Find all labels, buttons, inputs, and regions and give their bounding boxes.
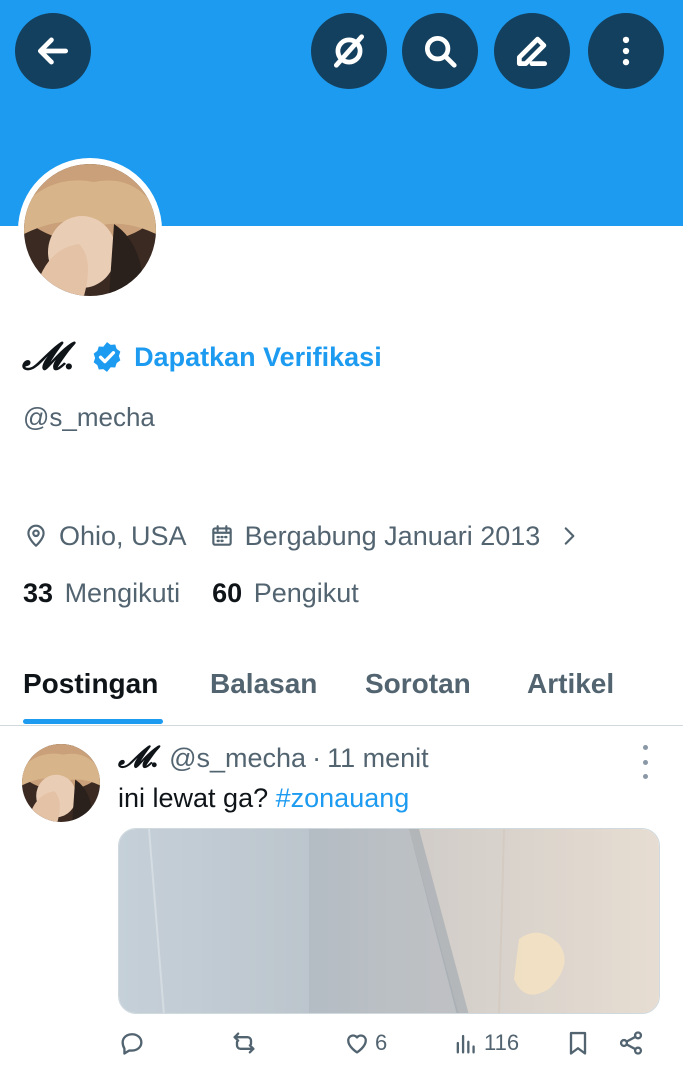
chevron-right-icon[interactable]	[556, 523, 582, 549]
following-count: 33	[23, 578, 54, 608]
bookmark-button[interactable]	[564, 1029, 592, 1057]
repost-icon	[233, 1032, 255, 1054]
post-hashtag[interactable]: #zonauang	[276, 783, 410, 813]
following-link[interactable]: 33 Mengikuti	[23, 578, 180, 609]
views-count: 116	[484, 1030, 520, 1055]
post-author-handle[interactable]: @s_mecha	[169, 743, 306, 774]
location-text: Ohio, USA	[59, 520, 187, 551]
more-vertical-icon	[622, 36, 630, 66]
post-author-name[interactable]: 𝓜.	[118, 741, 159, 775]
following-label: Mengikuti	[64, 578, 181, 608]
verified-badge-icon	[93, 342, 121, 372]
reply-icon	[121, 1033, 143, 1055]
share-icon	[619, 1031, 643, 1055]
avatar-image	[24, 164, 156, 296]
post-more-icon[interactable]	[632, 745, 658, 779]
views-button[interactable]: 116	[452, 1029, 519, 1057]
repost-button[interactable]	[230, 1029, 258, 1057]
display-name: 𝓜.	[22, 336, 77, 378]
follow-counts: 33 Mengikuti 60 Pengikut	[23, 578, 359, 609]
profile-meta-row: Ohio, USA Bergabung Januari 2013	[23, 516, 582, 556]
search-button[interactable]	[402, 13, 478, 89]
grok-icon	[333, 34, 365, 68]
back-button[interactable]	[15, 13, 91, 89]
search-icon	[424, 35, 457, 68]
profile-handle: @s_mecha	[23, 402, 155, 432]
post-body: ini lewat ga?	[118, 783, 269, 813]
post-time: 11 menit	[327, 743, 429, 773]
profile-tabs: Postingan Balasan Sorotan Artikel	[0, 650, 683, 726]
active-tab-indicator	[23, 719, 163, 724]
post-text: ini lewat ga? #zonauang	[118, 783, 409, 814]
joined-text: Bergabung Januari 2013	[244, 520, 541, 551]
profile-name-row: 𝓜. Dapatkan Verifikasi	[22, 336, 382, 378]
reply-button[interactable]	[118, 1029, 146, 1057]
calendar-icon	[211, 525, 232, 546]
post-avatar[interactable]	[22, 744, 100, 822]
tab-balasan[interactable]: Balasan	[210, 668, 317, 700]
post-media-image[interactable]	[118, 828, 660, 1014]
post-header: 𝓜. @s_mecha · 11 menit	[118, 741, 429, 775]
grok-button[interactable]	[311, 13, 387, 89]
edit-icon	[516, 36, 548, 67]
tab-postingan[interactable]: Postingan	[23, 668, 158, 700]
followers-count: 60	[212, 578, 243, 608]
location-item: Ohio, USA	[23, 521, 187, 552]
followers-link[interactable]: 60 Pengikut	[212, 578, 359, 609]
share-button[interactable]	[617, 1029, 645, 1057]
post-actions: 6 116	[118, 1029, 663, 1069]
like-count: 6	[375, 1030, 388, 1055]
heart-icon	[347, 1034, 367, 1054]
post-separator: ·	[312, 743, 322, 773]
profile-avatar[interactable]	[18, 158, 162, 302]
joined-item: Bergabung Januari 2013	[209, 520, 541, 552]
post-item[interactable]: 𝓜. @s_mecha · 11 menit ini lewat ga? #zo…	[0, 727, 683, 1080]
followers-label: Pengikut	[253, 578, 359, 608]
tab-sorotan[interactable]: Sorotan	[365, 668, 471, 700]
more-options-button[interactable]	[588, 13, 664, 89]
edit-button[interactable]	[494, 13, 570, 89]
arrow-left-icon	[37, 37, 69, 65]
like-button[interactable]: 6	[343, 1029, 387, 1057]
get-verified-link[interactable]: Dapatkan Verifikasi	[134, 342, 382, 373]
location-pin-icon	[27, 524, 45, 547]
bookmark-icon	[569, 1031, 587, 1055]
tab-artikel[interactable]: Artikel	[527, 668, 614, 700]
analytics-icon	[456, 1034, 475, 1054]
